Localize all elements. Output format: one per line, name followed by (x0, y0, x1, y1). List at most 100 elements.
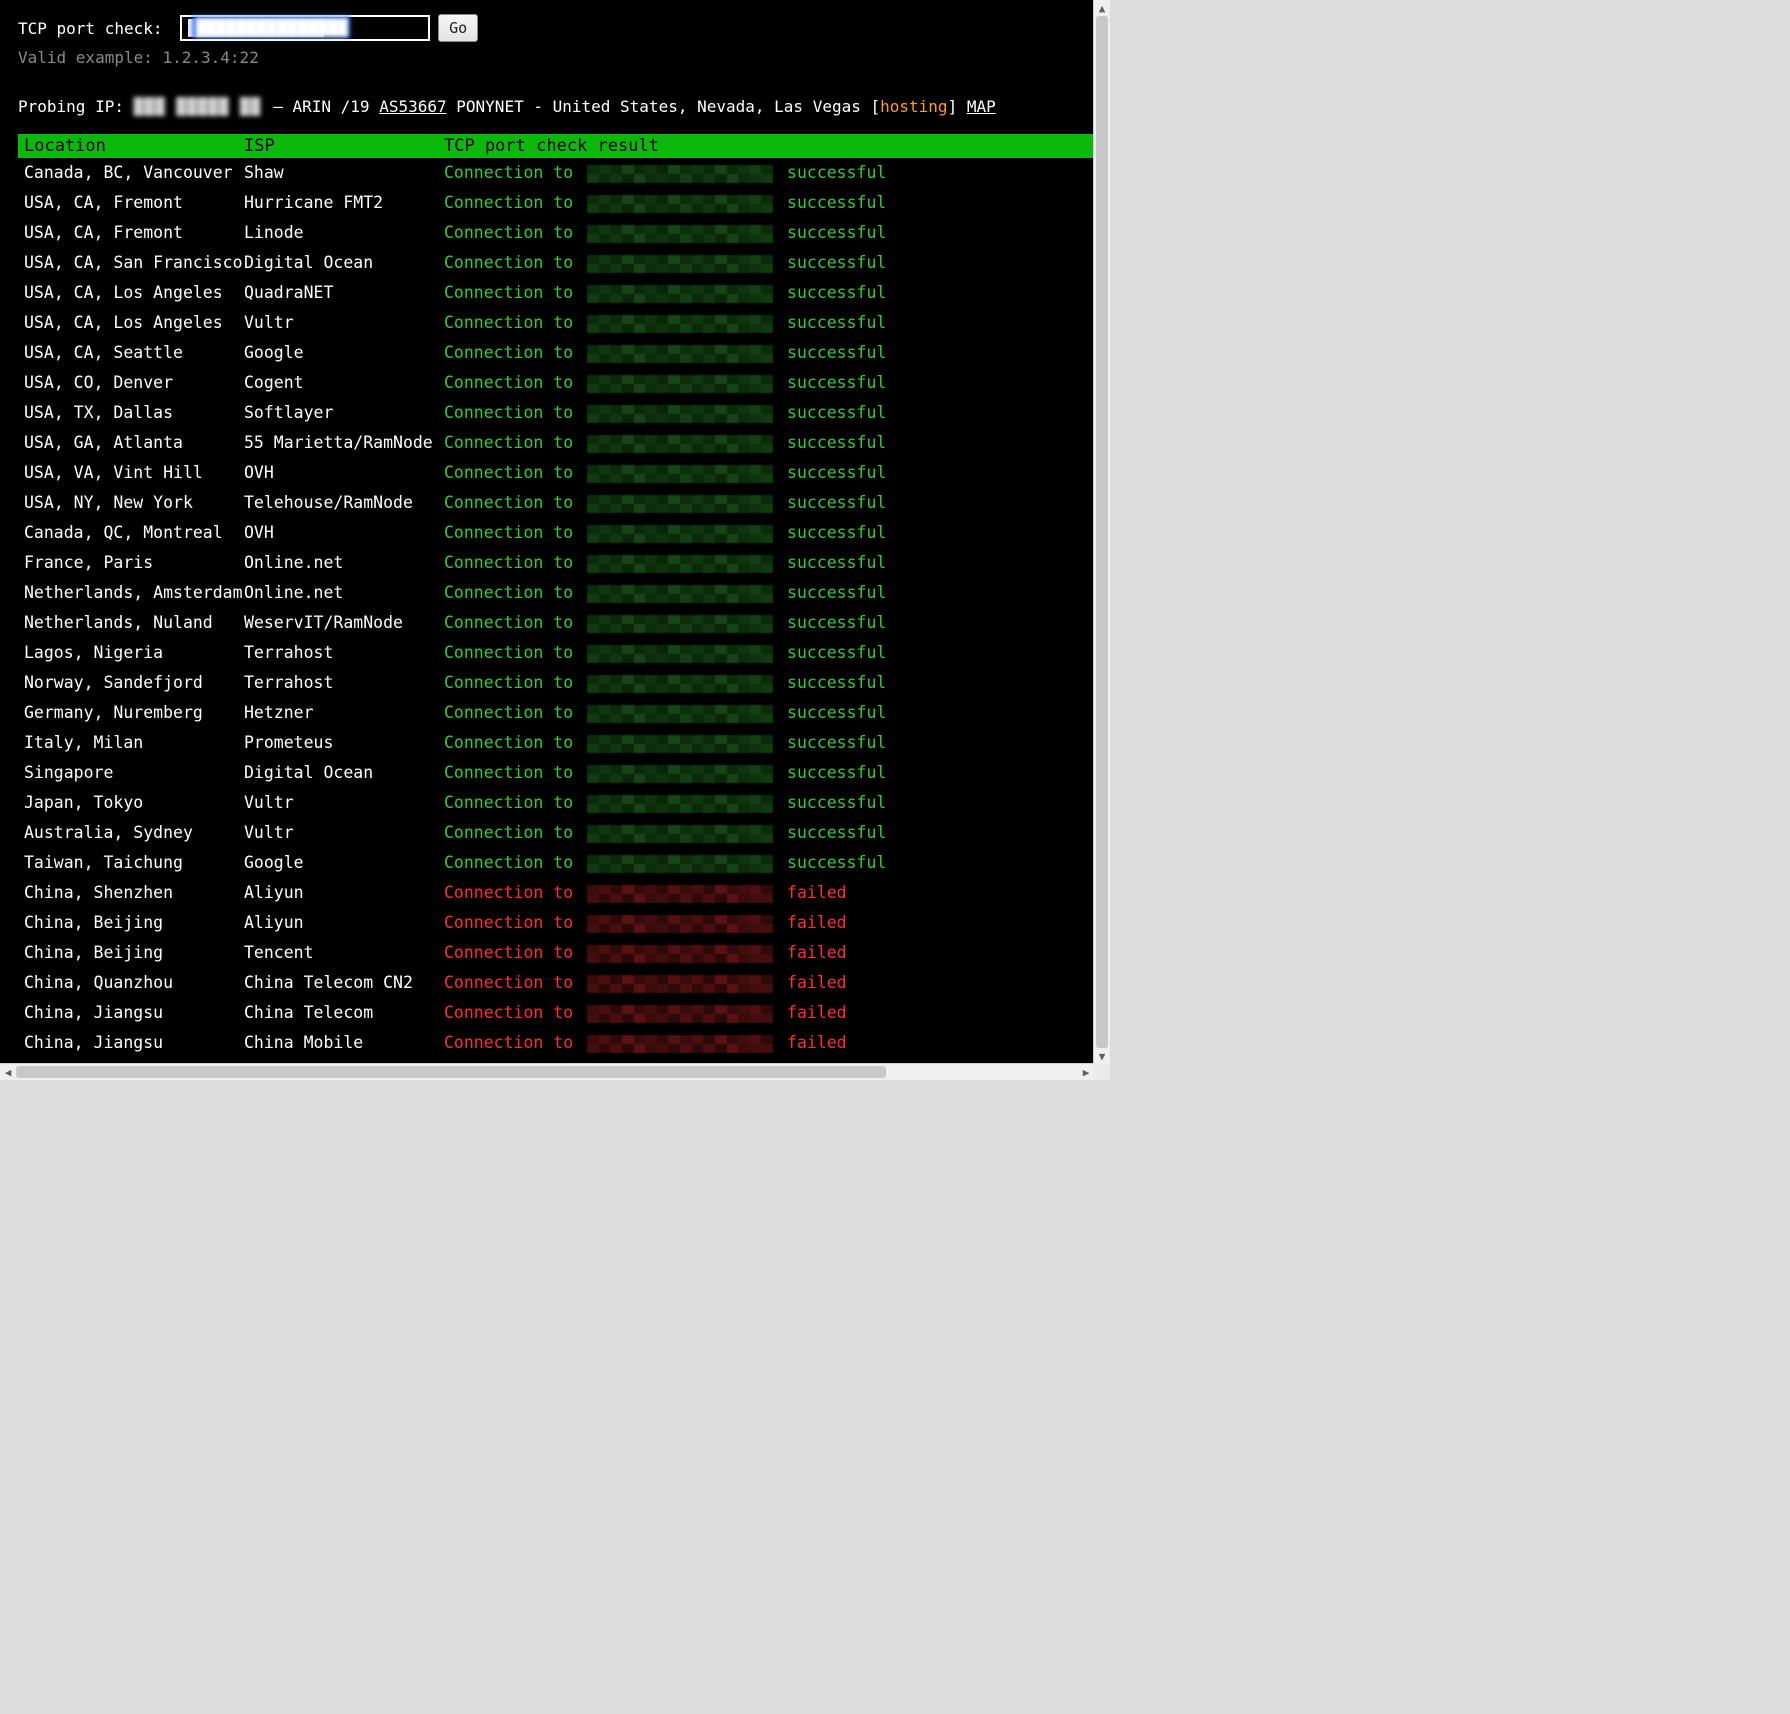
vscroll-track[interactable] (1094, 16, 1110, 1048)
hscroll-track[interactable] (16, 1064, 1078, 1080)
result-target-mask (587, 1005, 773, 1023)
cell-result: Connection to failed (438, 998, 1094, 1028)
cell-result: Connection to successful (438, 818, 1094, 848)
result-prefix: Connection to (444, 793, 573, 812)
cell-isp: Vultr (238, 818, 438, 848)
cell-isp: Shaw (238, 158, 438, 188)
cell-result: Connection to failed (438, 938, 1094, 968)
table-row: Canada, QC, MontrealOVHConnection to suc… (18, 518, 1094, 548)
vertical-scrollbar[interactable]: ▲ ▼ (1093, 0, 1110, 1064)
cell-location: Germany, Nuremberg (18, 698, 238, 728)
table-row: Canada, BC, VancouverShawConnection to s… (18, 158, 1094, 188)
result-target-mask (587, 855, 773, 873)
cell-result: Connection to successful (438, 218, 1094, 248)
result-prefix: Connection to (444, 643, 573, 662)
map-link[interactable]: MAP (967, 97, 996, 116)
probe-line: Probing IP: ███ █████ ██ – ARIN /19 AS53… (18, 97, 1094, 116)
cell-result: Connection to successful (438, 668, 1094, 698)
tcp-input[interactable] (180, 15, 430, 41)
cell-result: Connection to successful (438, 278, 1094, 308)
cell-location: USA, CO, Denver (18, 368, 238, 398)
cell-isp: Vultr (238, 308, 438, 338)
result-status: successful (787, 553, 886, 572)
table-row: Germany, NurembergHetznerConnection to s… (18, 698, 1094, 728)
cell-location: USA, CA, Fremont (18, 218, 238, 248)
result-status: successful (787, 703, 886, 722)
hosting-tag: hosting (880, 97, 947, 116)
cell-location: Japan, Tokyo (18, 788, 238, 818)
result-prefix: Connection to (444, 313, 573, 332)
result-prefix: Connection to (444, 913, 573, 932)
cell-result: Connection to successful (438, 458, 1094, 488)
result-target-mask (587, 225, 773, 243)
result-status: successful (787, 493, 886, 512)
result-status: successful (787, 283, 886, 302)
result-target-mask (587, 795, 773, 813)
cell-isp: Prometeus (238, 728, 438, 758)
cell-result: Connection to successful (438, 728, 1094, 758)
cell-isp: Google (238, 338, 438, 368)
horizontal-scrollbar[interactable]: ◀ ▶ (0, 1063, 1094, 1080)
vscroll-thumb[interactable] (1096, 16, 1108, 1048)
scroll-right-icon[interactable]: ▶ (1078, 1064, 1094, 1080)
cell-location: China, Beijing (18, 908, 238, 938)
scroll-up-icon[interactable]: ▲ (1094, 0, 1110, 16)
result-target-mask (587, 945, 773, 963)
result-target-mask (587, 375, 773, 393)
cell-result: Connection to successful (438, 578, 1094, 608)
cell-result: Connection to successful (438, 248, 1094, 278)
probe-prefix: Probing IP: (18, 97, 134, 116)
result-status: successful (787, 823, 886, 842)
cell-isp: Digital Ocean (238, 758, 438, 788)
cell-result: Connection to successful (438, 608, 1094, 638)
table-row: USA, CA, FremontHurricane FMT2Connection… (18, 188, 1094, 218)
cell-isp: Linode (238, 218, 438, 248)
cell-location: Australia, Sydney (18, 818, 238, 848)
cell-result: Connection to successful (438, 398, 1094, 428)
table-row: China, ShenzhenAliyunConnection to faile… (18, 878, 1094, 908)
result-prefix: Connection to (444, 343, 573, 362)
result-status: successful (787, 223, 886, 242)
go-button[interactable]: Go (438, 14, 478, 42)
table-row: USA, CA, SeattleGoogleConnection to succ… (18, 338, 1094, 368)
tcp-form-row: TCP port check: Go (18, 14, 1094, 42)
scroll-corner (1094, 1064, 1110, 1080)
cell-location: Lagos, Nigeria (18, 638, 238, 668)
result-prefix: Connection to (444, 283, 573, 302)
cell-isp: Digital Ocean (238, 248, 438, 278)
scroll-left-icon[interactable]: ◀ (0, 1064, 16, 1080)
cell-result: Connection to successful (438, 548, 1094, 578)
cell-isp: OVH (238, 458, 438, 488)
table-row: China, QuanzhouChina Telecom CN2Connecti… (18, 968, 1094, 998)
result-prefix: Connection to (444, 883, 573, 902)
hscroll-thumb[interactable] (16, 1066, 886, 1078)
table-row: China, JiangsuChina TelecomConnection to… (18, 998, 1094, 1028)
cell-isp: QuadraNET (238, 278, 438, 308)
table-row: USA, NY, New YorkTelehouse/RamNodeConnec… (18, 488, 1094, 518)
results-header-row: Location ISP TCP port check result (18, 134, 1094, 158)
tcp-label: TCP port check: (18, 19, 172, 38)
cell-location: Canada, QC, Montreal (18, 518, 238, 548)
cell-result: Connection to successful (438, 338, 1094, 368)
result-target-mask (587, 435, 773, 453)
cell-isp: Vultr (238, 788, 438, 818)
table-row: Netherlands, AmsterdamOnline.netConnecti… (18, 578, 1094, 608)
result-prefix: Connection to (444, 433, 573, 452)
result-status: successful (787, 463, 886, 482)
result-target-mask (587, 585, 773, 603)
result-target-mask (587, 645, 773, 663)
page-content: TCP port check: Go ███████████████ Valid… (0, 0, 1094, 1064)
cell-isp: China Mobile (238, 1028, 438, 1058)
result-target-mask (587, 735, 773, 753)
cell-location: USA, NY, New York (18, 488, 238, 518)
result-target-mask (587, 885, 773, 903)
result-prefix: Connection to (444, 823, 573, 842)
scroll-down-icon[interactable]: ▼ (1094, 1048, 1110, 1064)
table-row: Norway, SandefjordTerrahostConnection to… (18, 668, 1094, 698)
result-prefix: Connection to (444, 253, 573, 272)
cell-result: Connection to successful (438, 848, 1094, 878)
result-status: successful (787, 733, 886, 752)
cell-isp: Google (238, 848, 438, 878)
probe-asn-link[interactable]: AS53667 (379, 97, 446, 116)
cell-location: USA, CA, Seattle (18, 338, 238, 368)
